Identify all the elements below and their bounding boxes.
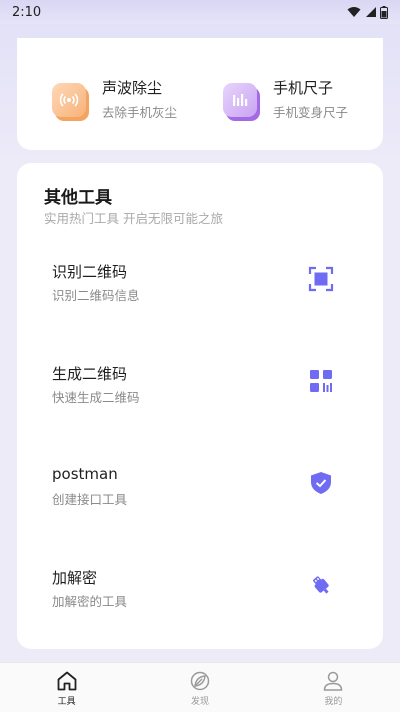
list-item-title: 加解密: [52, 569, 98, 587]
tab-tools[interactable]: 工具: [0, 663, 133, 712]
tool-subtitle: 手机变身尺子: [273, 105, 349, 120]
list-item-subtitle: 识别二维码信息: [52, 288, 140, 303]
list-item-subtitle: 加解密的工具: [52, 594, 128, 609]
list-item-title: postman: [52, 465, 118, 483]
tab-label: 工具: [57, 697, 76, 707]
list-item-title: 生成二维码: [52, 365, 128, 383]
status-icons: [347, 5, 388, 19]
section-title: 其他工具: [44, 188, 112, 208]
tool-phone-ruler[interactable]: 手机尺子 手机变身尺子: [223, 78, 348, 121]
list-item-subtitle: 快速生成二维码: [52, 390, 140, 405]
tab-mine[interactable]: 我的: [267, 663, 400, 712]
tool-subtitle: 去除手机灰尘: [102, 105, 178, 120]
shield-icon: [307, 469, 335, 497]
tool-title: 声波除尘: [102, 79, 163, 97]
tool-sound-dust[interactable]: 声波除尘 去除手机灰尘: [52, 78, 177, 121]
list-item-generate-qr[interactable]: 生成二维码 快速生成二维码: [17, 363, 383, 433]
sound-wave-icon: [52, 82, 89, 121]
list-item-title: 识别二维码: [52, 263, 128, 281]
ruler-bars-icon: [223, 82, 260, 121]
status-time: 2:10: [12, 4, 42, 20]
other-tools-card: 其他工具 实用热门工具 开启无限可能之旅 识别二维码 识别二维码信息 生成二维码…: [17, 163, 383, 649]
tool-title: 手机尺子: [273, 79, 334, 97]
tab-discover[interactable]: 发现: [133, 663, 266, 712]
list-item-encrypt[interactable]: 加解密 加解密的工具: [17, 567, 383, 637]
status-bar: 2:10: [0, 0, 400, 24]
home-icon: [57, 671, 77, 691]
tab-label: 我的: [324, 697, 343, 707]
user-icon: [324, 671, 343, 691]
scan-icon: [307, 265, 335, 293]
list-item-subtitle: 创建接口工具: [52, 492, 128, 507]
section-subtitle: 实用热门工具 开启无限可能之旅: [44, 211, 223, 226]
list-item-postman[interactable]: postman 创建接口工具: [17, 465, 383, 535]
wifi-icon: [347, 7, 361, 17]
tab-label: 发现: [190, 697, 209, 707]
qr-code-icon: [307, 367, 335, 395]
leaf-icon: [190, 671, 210, 691]
top-tools-card: 声波除尘 去除手机灰尘 手机尺子 手机变身尺子: [17, 38, 383, 150]
bottom-navigation: 工具 发现 我的: [0, 662, 400, 712]
usb-key-icon: [307, 571, 335, 599]
battery-icon: [380, 5, 388, 19]
list-item-scan-qr[interactable]: 识别二维码 识别二维码信息: [17, 261, 383, 331]
signal-icon: [366, 7, 376, 17]
